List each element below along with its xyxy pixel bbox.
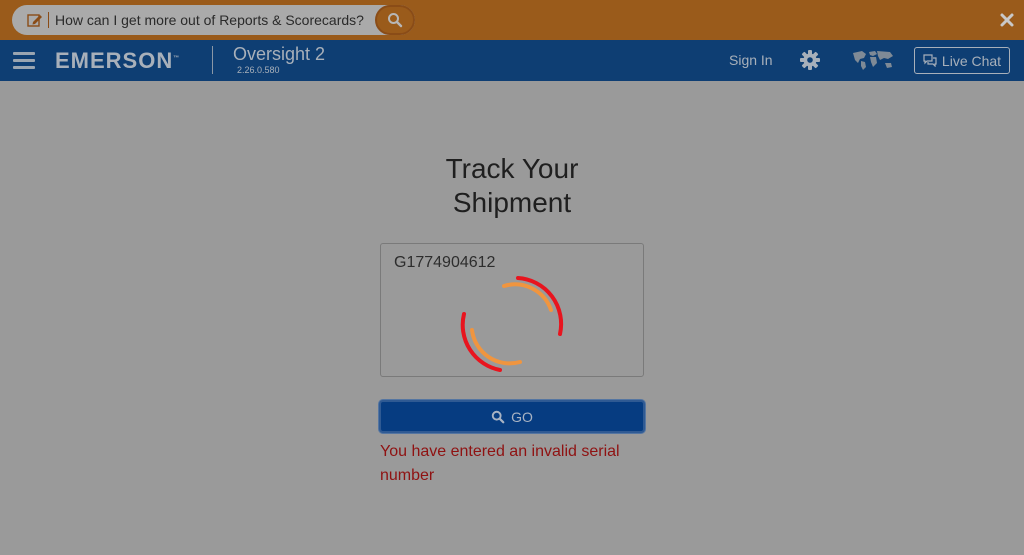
brand-logo[interactable]: EMERSON™ [55, 48, 180, 74]
version-number: 2.26.0.580 [237, 65, 280, 75]
go-label: GO [511, 408, 533, 425]
go-button[interactable]: GO [379, 400, 645, 433]
announcement-bar: How can I get more out of Reports & Scor… [0, 0, 1024, 40]
live-chat-button[interactable]: Live Chat [914, 47, 1010, 74]
main-header: EMERSON™ Oversight 2 2.26.0.580 Sign In [0, 40, 1024, 81]
search-button[interactable] [375, 5, 415, 35]
loading-spinner-icon [460, 276, 564, 372]
chat-icon [923, 54, 937, 67]
divider [48, 12, 49, 28]
help-search-pill[interactable]: How can I get more out of Reports & Scor… [12, 5, 415, 35]
hamburger-icon[interactable] [13, 52, 35, 70]
edit-icon [22, 10, 48, 30]
search-icon [491, 410, 505, 423]
product-name: Oversight 2 [233, 44, 326, 64]
close-icon[interactable] [999, 12, 1015, 28]
sign-in-link[interactable]: Sign In [729, 52, 773, 68]
serial-number-value: G1774904612 [394, 254, 496, 271]
page-title: Track Your Shipment [362, 152, 662, 220]
divider [212, 46, 213, 74]
search-icon [388, 13, 403, 28]
gear-icon[interactable] [799, 49, 821, 71]
world-map-icon[interactable] [852, 49, 894, 71]
title-line: Shipment [452, 187, 572, 218]
help-question-text[interactable]: How can I get more out of Reports & Scor… [55, 12, 364, 28]
live-chat-label: Live Chat [941, 52, 1002, 69]
title-line: Track Your [445, 153, 579, 184]
error-message: You have entered an invalid serial numbe… [380, 443, 620, 484]
